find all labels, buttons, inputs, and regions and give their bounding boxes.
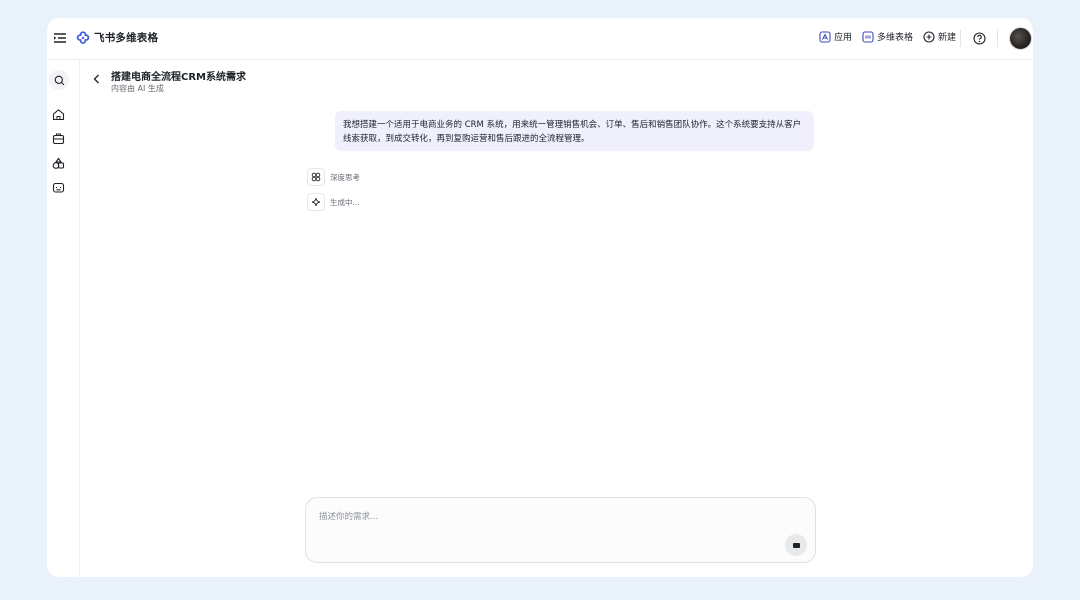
new-label: 新建 <box>937 33 956 43</box>
bitable-button[interactable]: 多维表格 <box>862 30 913 43</box>
stop-icon <box>792 542 800 548</box>
back-arrow-icon[interactable] <box>91 73 103 85</box>
search-icon <box>54 75 64 85</box>
step-icon-box <box>307 193 325 211</box>
composer <box>305 497 816 563</box>
app-name: 飞书多维表格 <box>94 32 159 44</box>
sparkle-icon <box>311 197 321 207</box>
shapes-icon[interactable] <box>52 157 65 170</box>
ai-generated-note: 内容由 AI 生成 <box>111 84 164 93</box>
home-icon[interactable] <box>52 108 65 121</box>
new-icon <box>923 30 935 43</box>
bot-icon[interactable] <box>52 181 65 194</box>
help-icon[interactable] <box>973 32 986 45</box>
user-message-bubble: 我想搭建一个适用于电商业务的 CRM 系统，用来统一管理销售机会、订单、售后和销… <box>335 111 814 151</box>
step-icon-box <box>307 168 325 186</box>
left-rail <box>47 60 80 577</box>
apps-label: 应用 <box>833 33 852 43</box>
bitable-icon <box>862 30 874 43</box>
new-button[interactable]: 新建 <box>923 30 956 43</box>
search-button[interactable] <box>49 70 69 90</box>
avatar[interactable] <box>1009 27 1032 50</box>
topbar-divider <box>997 30 998 47</box>
topbar-divider <box>960 30 961 47</box>
stop-generating-button[interactable] <box>785 534 807 556</box>
step-label: 生成中... <box>330 197 360 207</box>
app-window: 飞书多维表格 应用 多维表格 新建 搭建电商全流程CRM系统需求 内容由 AI … <box>47 18 1033 577</box>
top-actions: 应用 多维表格 新建 <box>809 30 956 43</box>
apps-icon <box>819 30 831 43</box>
deep-think-icon <box>311 172 321 182</box>
page-title: 搭建电商全流程CRM系统需求 <box>111 72 246 83</box>
apps-button[interactable]: 应用 <box>819 30 852 43</box>
generating-step: 生成中... <box>307 193 360 211</box>
brand[interactable]: 飞书多维表格 <box>76 30 158 45</box>
top-bar: 飞书多维表格 应用 多维表格 新建 <box>47 18 1033 60</box>
prompt-input[interactable] <box>319 510 759 524</box>
bitable-label: 多维表格 <box>876 33 913 43</box>
deep-think-step[interactable]: 深度思考 <box>307 168 360 186</box>
briefcase-icon[interactable] <box>52 132 65 145</box>
sidebar-toggle-icon[interactable] <box>53 31 67 45</box>
step-label: 深度思考 <box>330 172 360 182</box>
bitable-logo-icon <box>76 30 90 44</box>
